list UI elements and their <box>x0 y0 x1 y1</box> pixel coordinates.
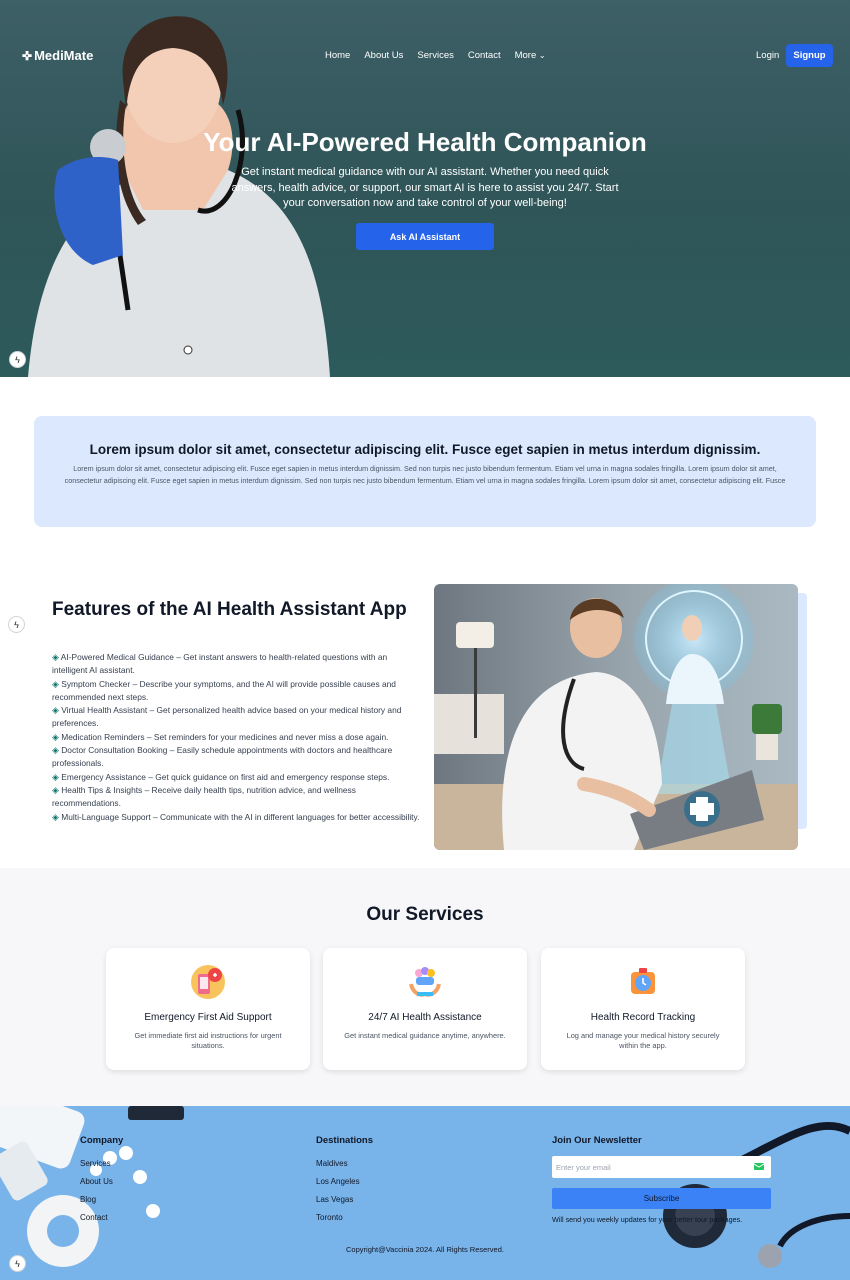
company-title: Company <box>80 1135 124 1146</box>
email-field-wrapper <box>552 1156 771 1178</box>
diamond-bullet-icon: ◈ <box>52 811 59 822</box>
feature-text: AI-Powered Medical Guidance – Get instan… <box>52 652 388 676</box>
card-desc: Log and manage your medical history secu… <box>566 1031 720 1050</box>
feature-text: Doctor Consultation Booking – Easily sch… <box>52 745 393 769</box>
email-field[interactable] <box>556 1159 746 1175</box>
card-desc: Get instant medical guidance anytime, an… <box>344 1031 506 1040</box>
feature-text: Multi-Language Support – Communicate wit… <box>61 811 420 822</box>
first-aid-phone-icon <box>191 965 225 999</box>
footer-link-las-vegas[interactable]: Las Vegas <box>316 1195 353 1204</box>
lightning-icon[interactable]: ϟ <box>9 1255 26 1272</box>
diamond-bullet-icon: ◈ <box>52 784 59 795</box>
health-record-icon <box>631 968 655 994</box>
feature-text: Emergency Assistance – Get quick guidanc… <box>61 771 390 782</box>
footer-link-about-us[interactable]: About Us <box>80 1177 113 1186</box>
feature-text: Symptom Checker – Describe your symptoms… <box>52 678 396 702</box>
signup-button[interactable]: Signup <box>786 44 833 67</box>
footer-link-maldives[interactable]: Maldives <box>316 1159 348 1168</box>
subscribe-button[interactable]: Subscribe <box>552 1188 771 1209</box>
destinations-title: Destinations <box>316 1135 374 1146</box>
chevron-down-icon: ⌄ <box>538 51 546 60</box>
service-card-first-aid[interactable]: Emergency First Aid Support Get immediat… <box>106 948 310 1070</box>
feature-item: ◈ Multi-Language Support – Communicate w… <box>52 811 422 824</box>
hero-section: ✜ MediMate Home About Us Services Contac… <box>0 0 850 377</box>
footer-link-los-angeles[interactable]: Los Angeles <box>316 1177 360 1186</box>
footer-link-toronto[interactable]: Toronto <box>316 1213 343 1222</box>
service-card-ai-assistance[interactable]: 24/7 AI Health Assistance Get instant me… <box>323 948 527 1070</box>
nav-more-label: More <box>514 50 537 61</box>
diamond-bullet-icon: ◈ <box>52 745 59 756</box>
footer: Company Services About Us Blog Contact D… <box>0 1106 850 1280</box>
card-title: 24/7 AI Health Assistance <box>368 1012 482 1023</box>
info-body: Lorem ipsum dolor sit amet, consectetur … <box>64 464 786 485</box>
services-title: Our Services <box>366 904 484 925</box>
feature-item: ◈ Symptom Checker – Describe your sympto… <box>52 678 422 705</box>
card-title: Emergency First Aid Support <box>144 1012 272 1023</box>
lightning-icon[interactable]: ϟ <box>9 351 26 368</box>
brand-name: MediMate <box>34 48 94 63</box>
card-desc: Get immediate first aid instructions for… <box>134 1031 282 1050</box>
card-title: Health Record Tracking <box>590 1012 696 1023</box>
main-menu: Home About Us Services Contact More ⌄ <box>325 50 546 61</box>
ai-assistance-icon <box>409 967 441 997</box>
ask-ai-assistant-button[interactable]: Ask AI Assistant <box>356 223 494 250</box>
features-list: ◈ AI-Powered Medical Guidance – Get inst… <box>52 651 422 824</box>
info-banner: Lorem ipsum dolor sit amet, consectetur … <box>34 416 816 527</box>
nav-more-dropdown[interactable]: More ⌄ <box>515 50 546 61</box>
feature-item: ◈ AI-Powered Medical Guidance – Get inst… <box>52 651 422 678</box>
service-card-health-record[interactable]: Health Record Tracking Log and manage yo… <box>541 948 745 1070</box>
nav-about-us[interactable]: About Us <box>364 50 403 61</box>
features-title: Features of the AI Health Assistant App <box>52 599 407 620</box>
lightning-icon[interactable]: ϟ <box>8 616 25 633</box>
nav-services[interactable]: Services <box>417 50 453 61</box>
feature-item: ◈ Medication Reminders – Set reminders f… <box>52 731 422 744</box>
feature-text: Virtual Health Assistant – Get personali… <box>52 705 402 729</box>
nav-home[interactable]: Home <box>325 50 350 61</box>
diamond-bullet-icon: ◈ <box>52 652 59 662</box>
feature-item: ◈ Doctor Consultation Booking – Easily s… <box>52 744 422 771</box>
medical-cross-icon: ✜ <box>22 48 33 63</box>
brand-logo[interactable]: ✜ MediMate <box>22 48 93 63</box>
feature-text: Medication Reminders – Set reminders for… <box>61 731 389 742</box>
diamond-bullet-icon: ◈ <box>52 678 59 689</box>
diamond-bullet-icon: ◈ <box>52 705 59 716</box>
footer-link-services[interactable]: Services <box>80 1159 111 1168</box>
info-title: Lorem ipsum dolor sit amet, consectetur … <box>89 442 761 457</box>
hero-title: Your AI-Powered Health Companion <box>203 127 647 157</box>
services-section: Our Services Emergency First Aid Support… <box>0 868 850 1106</box>
hero-subtitle: Get instant medical guidance with our AI… <box>231 166 619 209</box>
copyright-text: Copyright@Vaccinia 2024. All Rights Rese… <box>346 1245 504 1254</box>
feature-text: Health Tips & Insights – Receive daily h… <box>52 784 356 809</box>
diamond-bullet-icon: ◈ <box>52 731 59 742</box>
login-link[interactable]: Login <box>756 50 779 61</box>
feature-item: ◈ Emergency Assistance – Get quick guida… <box>52 771 422 784</box>
nav-contact[interactable]: Contact <box>468 50 501 61</box>
footer-link-contact[interactable]: Contact <box>80 1213 108 1222</box>
newsletter-note: Will send you weekly updates for your be… <box>552 1215 743 1224</box>
ai-health-assistant-illustration <box>434 584 798 850</box>
feature-item: ◈ Health Tips & Insights – Receive daily… <box>52 784 422 811</box>
diamond-bullet-icon: ◈ <box>52 771 59 782</box>
top-nav: ✜ MediMate Home About Us Services Contac… <box>0 0 850 110</box>
email-icon <box>754 1163 764 1170</box>
footer-link-blog[interactable]: Blog <box>80 1195 96 1204</box>
newsletter-title: Join Our Newsletter <box>552 1135 642 1146</box>
feature-item: ◈ Virtual Health Assistant – Get persona… <box>52 704 422 731</box>
